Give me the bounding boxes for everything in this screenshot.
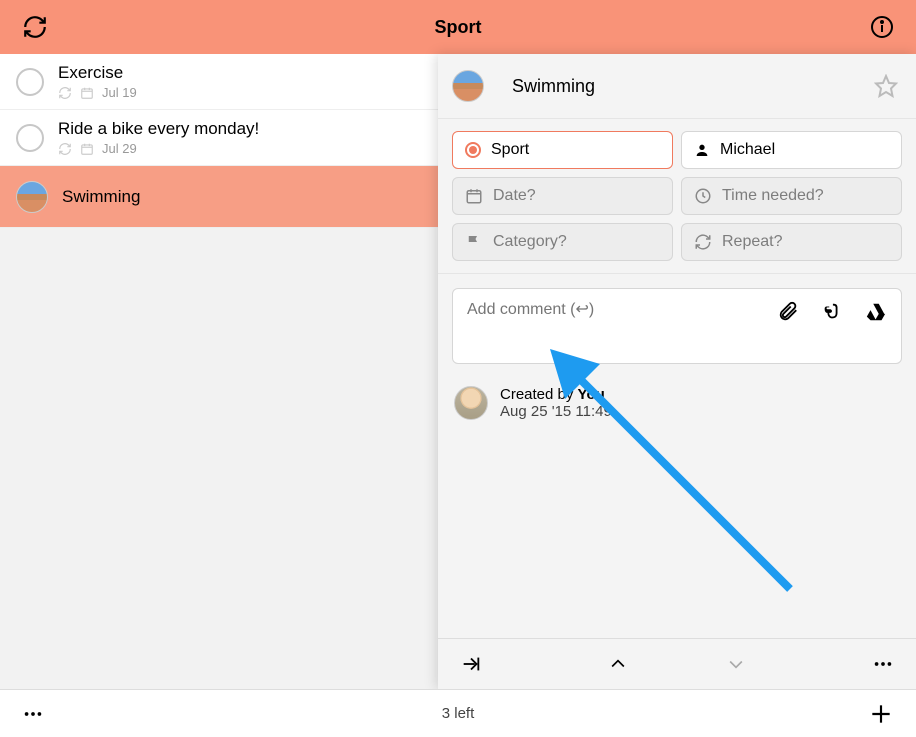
flag-icon bbox=[465, 233, 483, 251]
calendar-icon bbox=[80, 86, 94, 100]
more-button[interactable] bbox=[18, 699, 48, 729]
task-date: Jul 29 bbox=[102, 141, 137, 156]
prev-task-button[interactable] bbox=[604, 650, 632, 678]
time-chip[interactable]: Time needed? bbox=[681, 177, 902, 215]
calendar-icon bbox=[80, 142, 94, 156]
calendar-icon bbox=[465, 187, 483, 205]
task-meta: Jul 29 bbox=[58, 141, 259, 156]
attachment-icon[interactable] bbox=[777, 301, 799, 328]
evernote-icon[interactable] bbox=[821, 301, 843, 328]
task-date: Jul 19 bbox=[102, 85, 137, 100]
clock-icon bbox=[694, 187, 712, 205]
list-chip-label: Sport bbox=[491, 141, 529, 159]
main-content: Exercise Jul 19 Ride a bike every monday… bbox=[0, 54, 916, 689]
category-chip[interactable]: Category? bbox=[452, 223, 673, 261]
page-title: Sport bbox=[435, 17, 482, 38]
list-color-icon bbox=[465, 142, 481, 158]
repeat-icon bbox=[694, 233, 712, 251]
repeat-icon bbox=[58, 86, 72, 100]
google-drive-icon[interactable] bbox=[865, 301, 887, 328]
bottom-bar: 3 left bbox=[0, 689, 916, 737]
detail-title: Swimming bbox=[512, 76, 856, 97]
created-at-line: Aug 25 '15 11:49 bbox=[500, 403, 612, 420]
creator-avatar bbox=[454, 386, 488, 420]
created-by-line: Created by You bbox=[500, 386, 612, 403]
repeat-chip[interactable]: Repeat? bbox=[681, 223, 902, 261]
task-checkbox[interactable] bbox=[16, 68, 44, 96]
task-title: Swimming bbox=[62, 187, 140, 207]
comment-input[interactable] bbox=[467, 301, 719, 319]
detail-properties: Sport Michael Date? Time needed? Categor… bbox=[438, 119, 916, 274]
created-info: Created by You Aug 25 '15 11:49 bbox=[438, 378, 916, 428]
person-icon bbox=[694, 142, 710, 158]
assignee-chip[interactable]: Michael bbox=[681, 131, 902, 169]
comment-box[interactable] bbox=[452, 288, 902, 364]
tasks-left-count: 3 left bbox=[442, 705, 475, 722]
assignee-chip-label: Michael bbox=[720, 141, 775, 159]
app-header: Sport bbox=[0, 0, 916, 54]
add-task-button[interactable] bbox=[864, 697, 898, 731]
date-chip[interactable]: Date? bbox=[452, 177, 673, 215]
time-chip-label: Time needed? bbox=[722, 187, 824, 205]
repeat-chip-label: Repeat? bbox=[722, 233, 783, 251]
category-chip-label: Category? bbox=[493, 233, 567, 251]
task-meta: Jul 19 bbox=[58, 85, 137, 100]
detail-footer bbox=[438, 638, 916, 689]
task-detail-panel: Swimming Sport Michael Date? bbox=[438, 54, 916, 689]
sync-button[interactable] bbox=[18, 10, 52, 44]
move-to-end-button[interactable] bbox=[456, 649, 486, 679]
task-title: Ride a bike every monday! bbox=[58, 119, 259, 139]
detail-avatar bbox=[452, 70, 484, 102]
list-chip[interactable]: Sport bbox=[452, 131, 673, 169]
next-task-button[interactable] bbox=[722, 650, 750, 678]
detail-more-button[interactable] bbox=[868, 649, 898, 679]
repeat-icon bbox=[58, 142, 72, 156]
task-checkbox[interactable] bbox=[16, 124, 44, 152]
assignee-avatar bbox=[16, 181, 48, 213]
info-button[interactable] bbox=[866, 11, 898, 43]
task-title: Exercise bbox=[58, 63, 137, 83]
star-button[interactable] bbox=[870, 70, 902, 102]
date-chip-label: Date? bbox=[493, 187, 536, 205]
